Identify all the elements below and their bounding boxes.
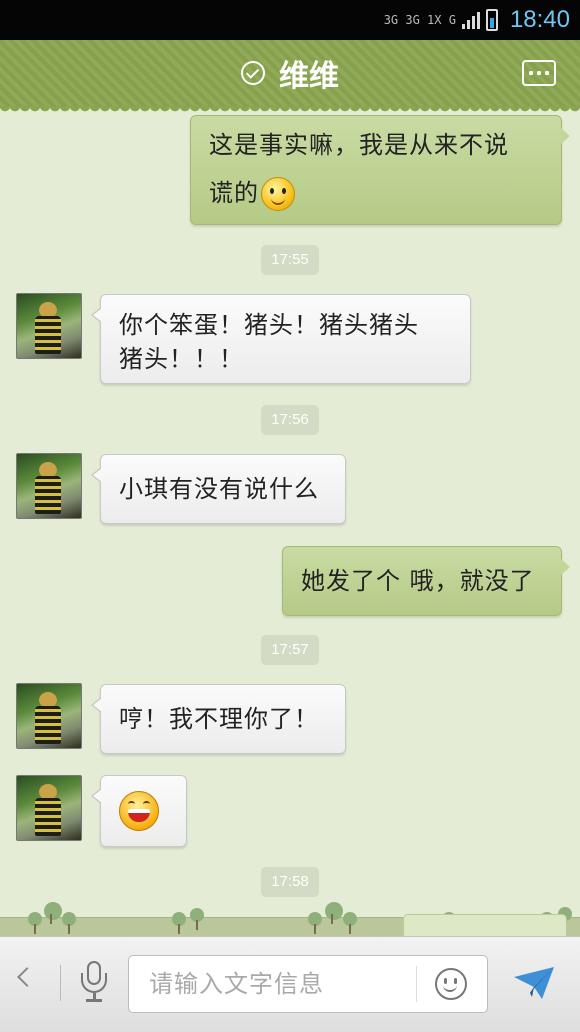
message-outgoing-partial[interactable] — [403, 914, 567, 936]
message-incoming[interactable]: 哼！我不理你了！ — [91, 684, 346, 754]
contact-avatar[interactable] — [16, 453, 82, 519]
divider — [60, 965, 61, 1001]
smile-emoji-icon — [261, 177, 295, 211]
message-text: 谎的 — [209, 179, 259, 207]
laugh-emoji-icon — [119, 791, 159, 831]
contact-avatar[interactable] — [16, 775, 82, 841]
message-text: 猪头！！！ — [119, 345, 244, 373]
more-options-button[interactable] — [522, 60, 556, 86]
message-input-placeholder: 请输入文字信息 — [149, 970, 324, 998]
message-outgoing[interactable]: 她发了个 哦，就没了 — [282, 546, 570, 616]
status-bar: 3G 3G 1X G 18:40 — [0, 0, 580, 40]
divider — [416, 966, 417, 1002]
message-text: 你个笨蛋！猪头！猪头猪头 — [119, 311, 419, 339]
timestamp: 17:58 — [261, 867, 319, 897]
send-icon[interactable] — [512, 963, 556, 1003]
message-text: 这是事实嘛，我是从来不说 — [209, 131, 509, 159]
signal-icon — [461, 11, 480, 29]
contact-avatar[interactable] — [16, 683, 82, 749]
emoji-icon[interactable] — [435, 968, 467, 1000]
input-bar: 请输入文字信息 — [0, 936, 580, 1032]
message-text: 小琪有没有说什么 — [119, 475, 319, 503]
chat-title: 维维 — [279, 59, 339, 94]
timestamp: 17:57 — [261, 635, 319, 665]
message-input[interactable]: 请输入文字信息 — [128, 955, 488, 1013]
chat-header: 维维 — [0, 40, 580, 112]
check-circle-icon — [241, 61, 265, 85]
microphone-icon[interactable] — [79, 961, 109, 1005]
message-incoming[interactable]: 你个笨蛋！猪头！猪头猪头 猪头！！！ — [91, 294, 471, 384]
message-incoming[interactable]: 小琪有没有说什么 — [91, 454, 346, 524]
timestamp: 17:55 — [261, 245, 319, 275]
message-outgoing[interactable]: 这是事实嘛，我是从来不说 谎的 — [190, 115, 570, 225]
back-arrow-icon[interactable] — [17, 967, 37, 987]
battery-icon — [485, 9, 498, 31]
timestamp: 17:56 — [261, 405, 319, 435]
contact-avatar[interactable] — [16, 293, 82, 359]
network-indicator: 3G 3G 1X G — [383, 13, 456, 27]
message-text: 哼！我不理你了！ — [119, 705, 319, 733]
message-incoming-emoji[interactable] — [91, 775, 187, 847]
status-time: 18:40 — [509, 6, 570, 33]
message-text: 她发了个 哦，就没了 — [301, 567, 535, 595]
